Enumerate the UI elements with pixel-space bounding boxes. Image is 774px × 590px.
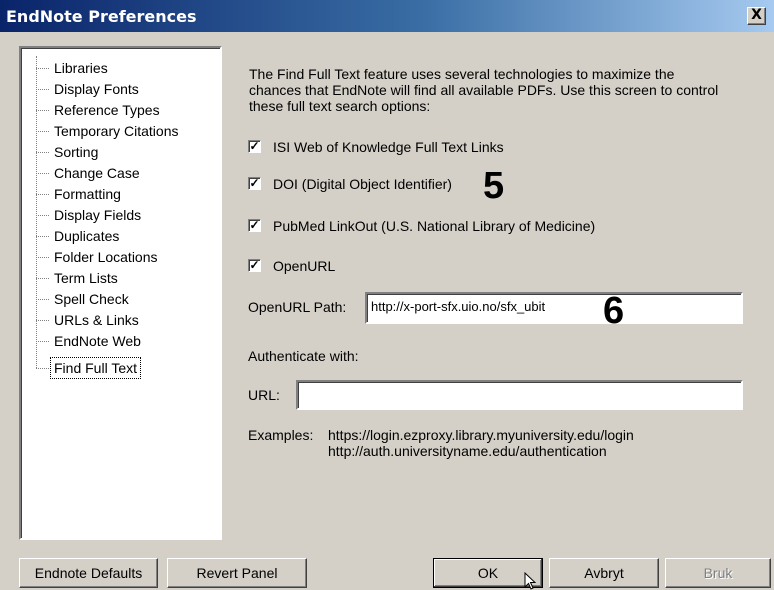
tree-branch [36,278,49,279]
authenticate-label: Authenticate with: [248,348,359,364]
sidebar-item-folder-locations[interactable]: Folder Locations [51,247,161,267]
openurl-path-field[interactable]: http://x-port-sfx.uio.no/sfx_ubit [365,292,743,324]
tree-branch [36,320,49,321]
annotation-number-5: 5 [483,165,505,207]
openurl-label[interactable]: OpenURL [273,258,335,275]
tree-branch [36,68,49,69]
sidebar-item-display-fonts[interactable]: Display Fonts [51,79,142,99]
doi-checkbox[interactable]: ✓ [248,177,261,190]
tree-branch [36,215,49,216]
tree-branch [36,110,49,111]
sidebar-item-reference-types[interactable]: Reference Types [51,100,163,120]
sidebar-item-duplicates[interactable]: Duplicates [51,226,122,246]
sidebar-item-urls-links[interactable]: URLs & Links [51,310,142,330]
sidebar-item-formatting[interactable]: Formatting [51,184,124,204]
sidebar-item-temporary-citations[interactable]: Temporary Citations [51,121,182,141]
sidebar-item-sorting[interactable]: Sorting [51,142,101,162]
sidebar-item-find-full-text[interactable]: Find Full Text [50,357,141,379]
title-bar: EndNote Preferences X [0,0,774,32]
tree-branch [36,89,49,90]
tree-branch [36,131,49,132]
openurl-path-label: OpenURL Path: [248,299,347,315]
tree-branch [36,341,49,342]
sidebar-item-spell-check[interactable]: Spell Check [51,289,132,309]
url-field[interactable] [296,380,743,410]
isi-label[interactable]: ISI Web of Knowledge Full Text Links [273,139,504,156]
tree-branch [36,236,49,237]
tree-branch [36,257,49,258]
annotation-number-6: 6 [603,290,625,332]
tree-guide-line [36,56,37,368]
cancel-button[interactable]: Avbryt [549,558,659,588]
isi-checkbox[interactable]: ✓ [248,140,261,153]
tree-branch [36,194,49,195]
example-url-1: https://login.ezproxy.library.myuniversi… [328,427,634,443]
pubmed-checkbox[interactable]: ✓ [248,219,261,232]
sidebar-item-libraries[interactable]: Libraries [51,58,111,78]
panel-description: The Find Full Text feature uses several … [249,66,719,114]
mouse-cursor-icon [524,572,537,590]
tree-branch [36,173,49,174]
sidebar-item-endnote-web[interactable]: EndNote Web [51,331,144,351]
examples-label: Examples: [248,427,314,443]
apply-button: Bruk [665,558,771,588]
window-title: EndNote Preferences [6,7,197,26]
tree-branch [36,299,49,300]
pubmed-label[interactable]: PubMed LinkOut (U.S. National Library of… [273,218,595,235]
sidebar-item-display-fields[interactable]: Display Fields [51,205,144,225]
revert-panel-button[interactable]: Revert Panel [167,558,307,588]
sidebar-item-term-lists[interactable]: Term Lists [51,268,121,288]
openurl-checkbox[interactable]: ✓ [248,259,261,272]
example-url-2: http://auth.universityname.edu/authentic… [328,443,607,459]
url-label: URL: [248,387,280,403]
close-button[interactable]: X [747,7,766,25]
tree-branch [36,152,49,153]
sidebar-item-change-case[interactable]: Change Case [51,163,143,183]
endnote-defaults-button[interactable]: Endnote Defaults [19,558,158,588]
doi-label[interactable]: DOI (Digital Object Identifier) [273,176,452,193]
tree-branch [36,368,49,369]
preferences-tree[interactable]: Libraries Display Fonts Reference Types … [19,46,222,540]
